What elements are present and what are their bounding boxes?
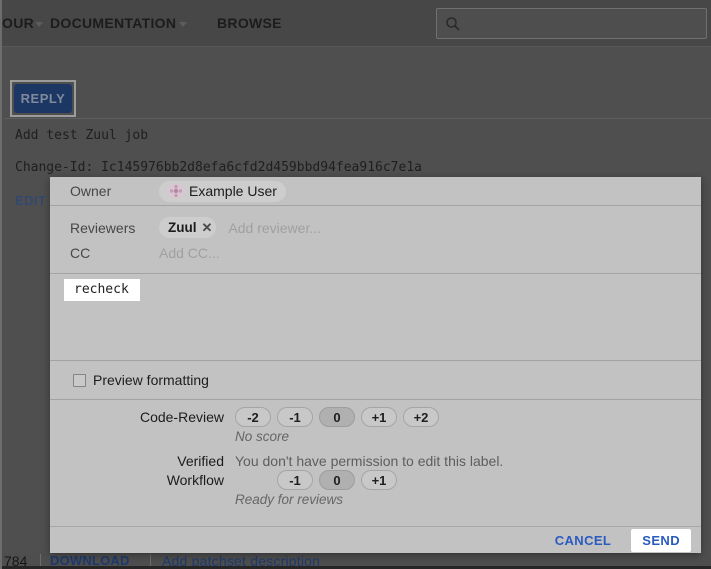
divider	[150, 554, 151, 566]
dialog-footer: CANCEL SEND	[50, 526, 701, 553]
section-divider	[4, 118, 711, 119]
code-review-vote-0[interactable]: 0	[319, 407, 355, 427]
reply-button[interactable]: REPLY	[14, 84, 72, 113]
cc-label: CC	[70, 245, 159, 261]
code-review-vote-plus1[interactable]: +1	[361, 407, 397, 427]
labels-scores-section: Code-Review -2 -1 0 +1 +2 No score Verif…	[50, 400, 701, 526]
workflow-vote-0[interactable]: 0	[319, 470, 355, 490]
gerrit-change-page: OUR DOCUMENTATION BROWSE REPLY Add test …	[0, 0, 711, 569]
preview-formatting-row: Preview formatting	[50, 361, 701, 400]
people-section: Reviewers Zuul ✕ Add reviewer... CC Add …	[50, 206, 701, 274]
reply-message-textarea[interactable]: recheck	[50, 274, 701, 361]
reviewers-row: Reviewers Zuul ✕ Add reviewer...	[70, 215, 701, 240]
edit-link[interactable]: EDIT	[15, 193, 46, 208]
workflow-row: Workflow -1 0 +1	[50, 470, 701, 490]
search-input[interactable]	[436, 8, 707, 39]
nav-menu-documentation[interactable]: DOCUMENTATION	[50, 15, 176, 31]
commit-message-subject: Add test Zuul job	[15, 128, 148, 143]
code-review-vote-minus1[interactable]: -1	[277, 407, 313, 427]
reviewers-label: Reviewers	[70, 220, 159, 236]
nav-menu-browse[interactable]: BROWSE	[217, 15, 282, 31]
code-review-vote-plus2[interactable]: +2	[403, 407, 439, 427]
preview-formatting-checkbox[interactable]	[73, 374, 86, 387]
reply-dialog: Owner Example User Reviewers Zuul ✕	[50, 177, 701, 553]
chevron-down-icon	[179, 22, 187, 27]
commit-message-change-id: Change-Id: Ic145976bb2d8efa6cfd2d459bbd9…	[15, 160, 422, 175]
code-review-label: Code-Review	[50, 409, 224, 425]
send-button[interactable]: SEND	[631, 529, 691, 552]
code-review-note: No score	[235, 429, 701, 444]
workflow-label: Workflow	[50, 472, 224, 488]
verified-permission-text: You don't have permission to edit this l…	[235, 453, 503, 469]
reviewer-chip: Zuul ✕	[159, 217, 216, 238]
divider	[40, 554, 41, 566]
chevron-down-icon	[35, 22, 43, 27]
avatar	[168, 183, 184, 199]
reply-message-text: recheck	[64, 279, 140, 301]
code-review-vote-minus2[interactable]: -2	[235, 407, 271, 427]
workflow-note: Ready for reviews	[235, 492, 701, 507]
owner-name: Example User	[189, 183, 277, 199]
remove-reviewer-icon[interactable]: ✕	[202, 220, 213, 236]
patchset-bottom-bar: 784 DOWNLOAD Add patchset description	[2, 553, 711, 566]
preview-formatting-label: Preview formatting	[93, 372, 209, 388]
code-review-row: Code-Review -2 -1 0 +1 +2	[50, 407, 701, 427]
reply-button-focus-ring: REPLY	[10, 80, 76, 117]
add-cc-input[interactable]: Add CC...	[159, 245, 220, 261]
reviewer-name: Zuul	[168, 220, 197, 235]
add-reviewer-input[interactable]: Add reviewer...	[228, 220, 321, 236]
owner-chip[interactable]: Example User	[159, 181, 286, 202]
owner-row: Owner Example User	[50, 177, 701, 206]
workflow-vote-plus1[interactable]: +1	[361, 470, 397, 490]
cc-row: CC Add CC...	[70, 240, 701, 265]
workflow-vote-minus1[interactable]: -1	[277, 470, 313, 490]
nav-menu-your[interactable]: OUR	[2, 15, 34, 31]
cancel-button[interactable]: CANCEL	[555, 533, 612, 548]
verified-label: Verified	[50, 453, 224, 469]
search-icon	[445, 16, 461, 32]
owner-label: Owner	[70, 183, 159, 199]
app-header: OUR DOCUMENTATION BROWSE	[2, 0, 711, 47]
verified-row: Verified You don't have permission to ed…	[50, 453, 701, 469]
